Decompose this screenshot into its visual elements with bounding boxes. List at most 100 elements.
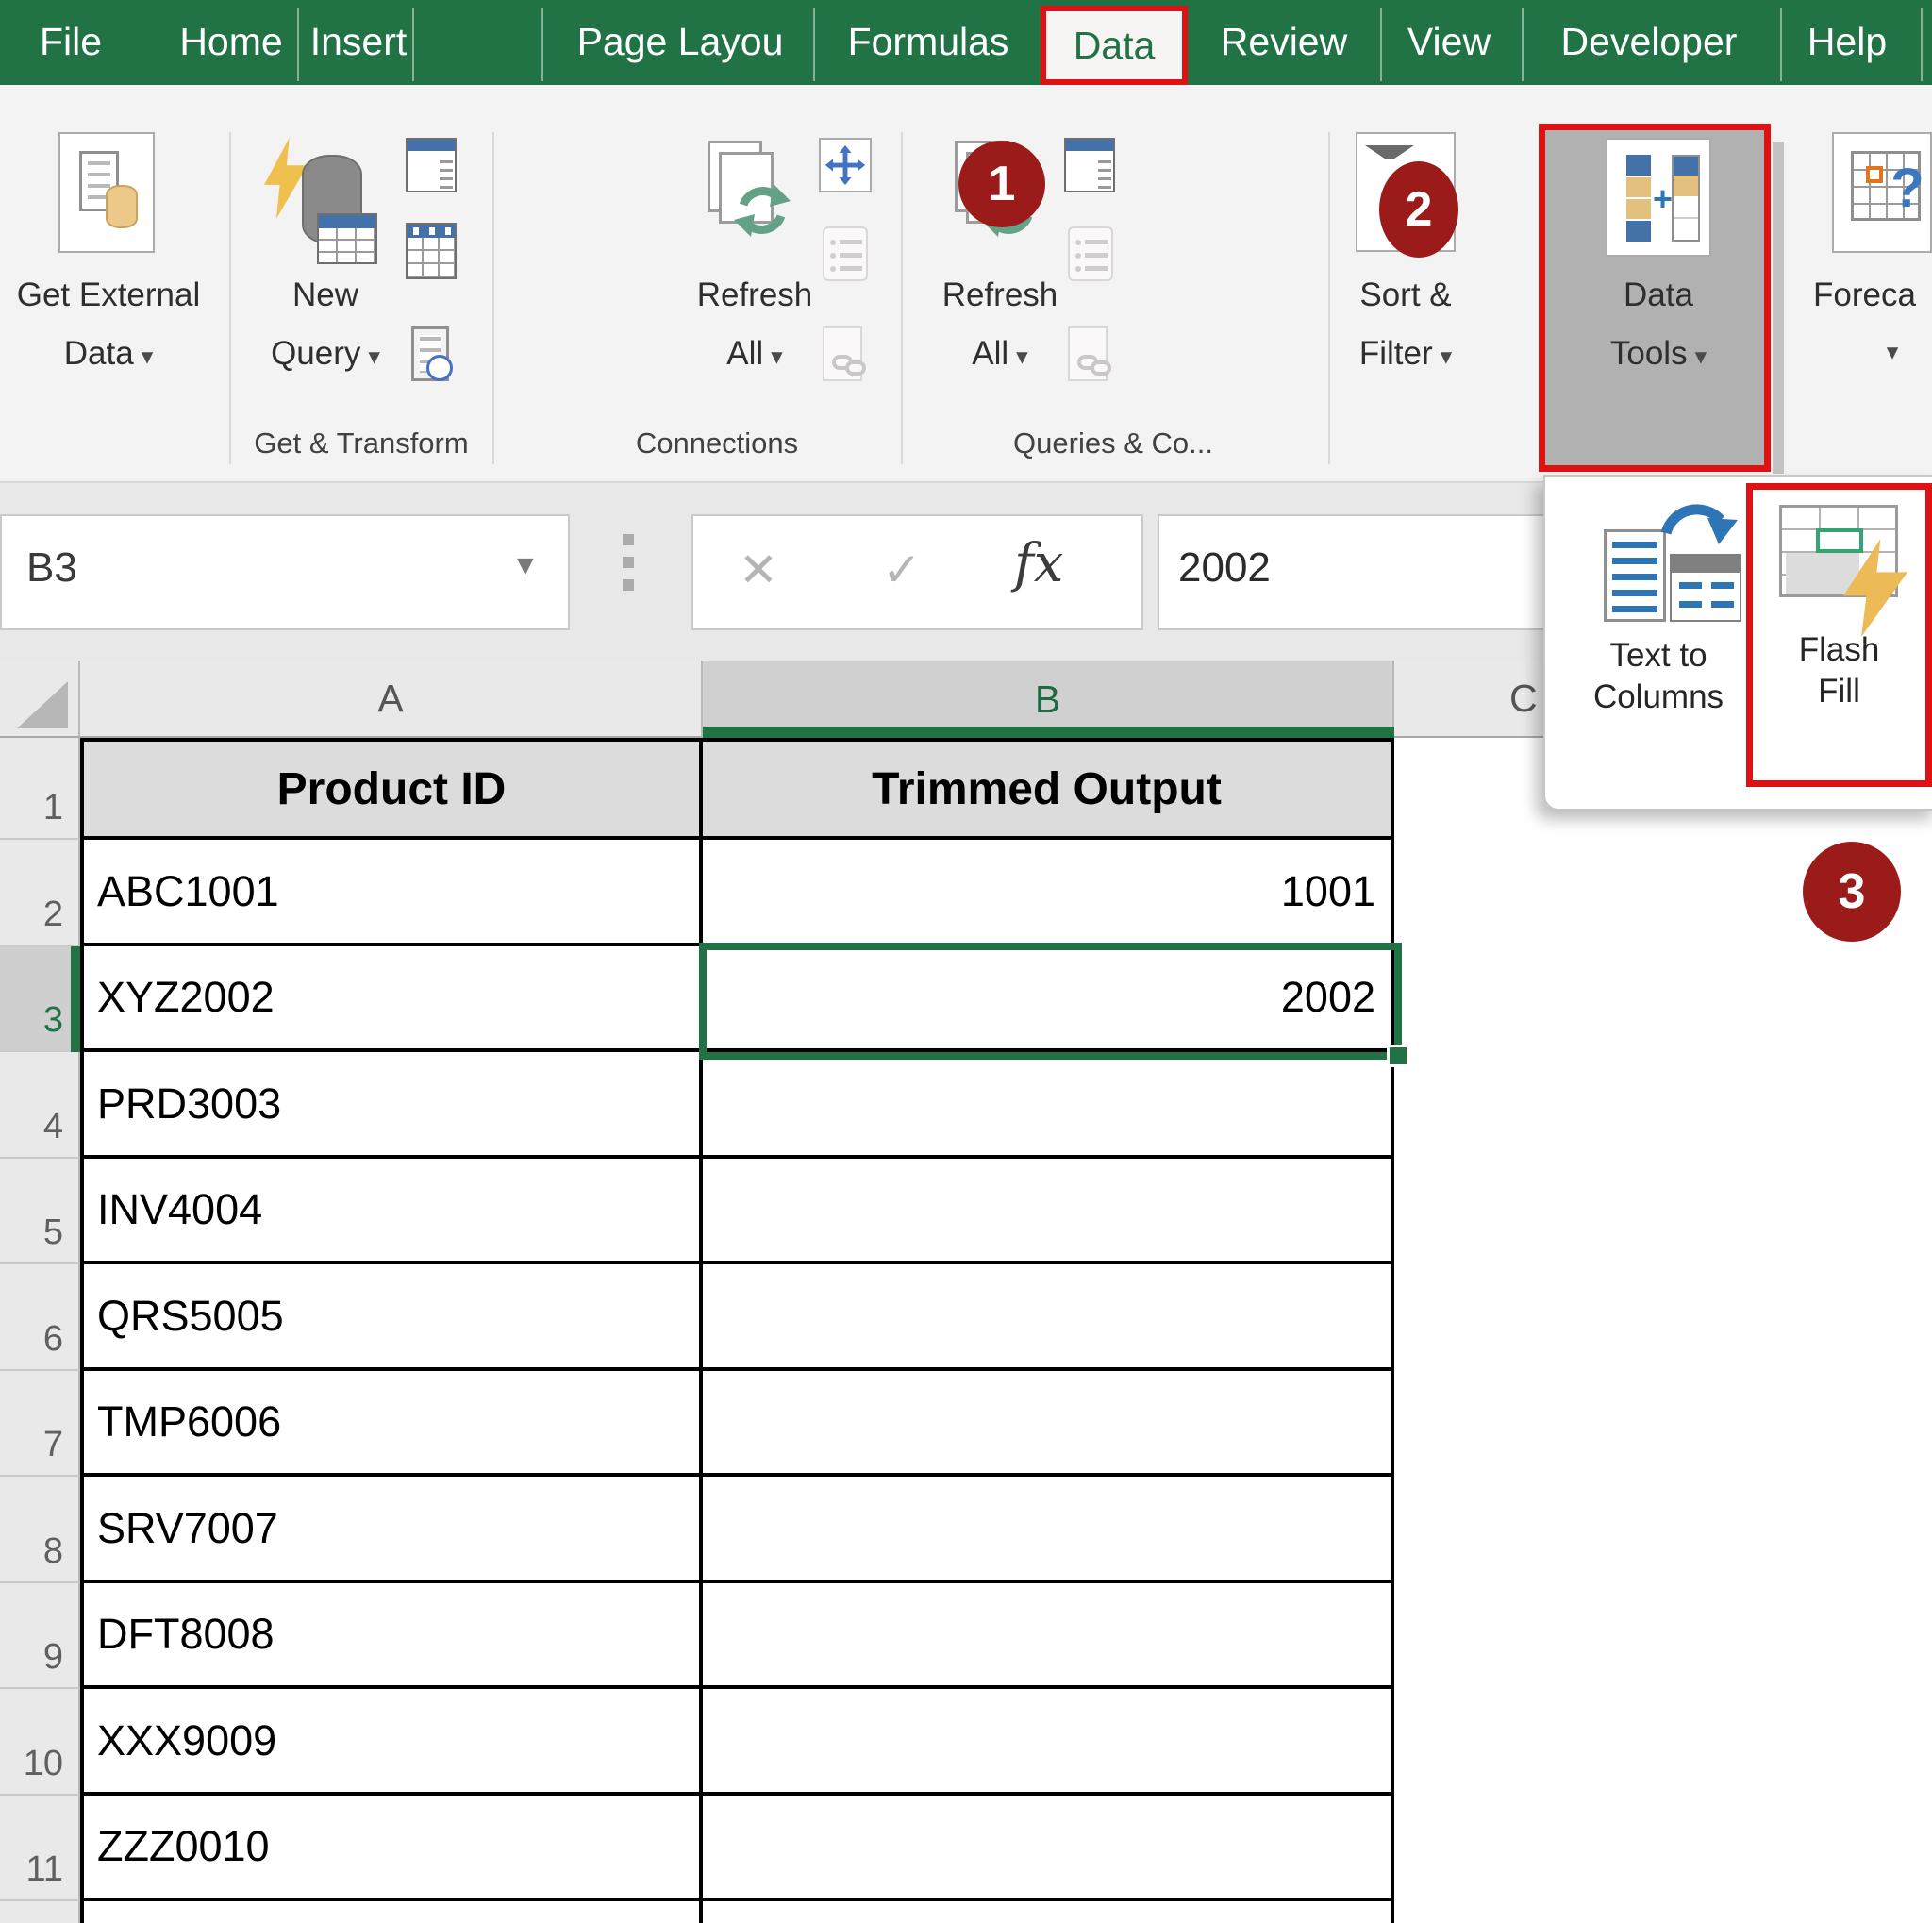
properties-button[interactable]	[819, 138, 872, 192]
cell-B12-partial[interactable]	[703, 1901, 1394, 1923]
row-header-11[interactable]: 11	[0, 1796, 80, 1901]
row-header-3-selected[interactable]: 3	[0, 946, 80, 1052]
tab-developer[interactable]: Developer	[1536, 0, 1762, 83]
forecast-chevron[interactable]: ▾	[1864, 335, 1921, 363]
cell-B9[interactable]	[703, 1583, 1394, 1689]
cell-A4[interactable]: PRD3003	[80, 1052, 703, 1159]
shadow	[1773, 142, 1784, 474]
cell-A1[interactable]: Product ID	[80, 738, 703, 840]
cell-A7[interactable]: TMP6006	[80, 1371, 703, 1477]
insert-function-icon[interactable]: fx	[1014, 533, 1063, 594]
refresh-all-label2[interactable]: All▾	[924, 335, 1075, 373]
chevron-down-icon: ▾	[1887, 338, 1899, 366]
formula-value: 2002	[1178, 544, 1271, 592]
show-queries-button[interactable]	[1064, 138, 1115, 192]
cell-B6[interactable]	[703, 1264, 1394, 1371]
recent-sources-button[interactable]	[411, 326, 455, 385]
cell-A3[interactable]: XYZ2002	[80, 946, 703, 1052]
cell-B5[interactable]	[703, 1159, 1394, 1264]
selected-row-strip	[71, 946, 80, 1052]
flash-fill-button[interactable]: Flash Fill	[1746, 483, 1932, 787]
refresh-icon	[732, 180, 792, 241]
cell-A5[interactable]: INV4004	[80, 1159, 703, 1264]
tab-home[interactable]: Home	[175, 0, 288, 83]
row-header-12-partial[interactable]	[0, 1901, 80, 1923]
new-query-label2[interactable]: Query▾	[241, 335, 410, 373]
orange-cell-icon	[1866, 166, 1883, 183]
forecast-button[interactable]: ?	[1832, 132, 1932, 253]
edit-links-button-disabled[interactable]	[1068, 326, 1113, 385]
fill-handle[interactable]	[1387, 1045, 1409, 1067]
new-query-button[interactable]	[262, 134, 385, 266]
cell-A12-partial[interactable]	[80, 1901, 703, 1923]
from-table-button[interactable]	[406, 138, 457, 192]
cell-A2[interactable]: ABC1001	[80, 840, 703, 946]
tab-page-layout[interactable]: Page Layou	[557, 0, 804, 83]
excel-window: File Home Insert Page Layou Formulas Rev…	[0, 0, 1932, 1923]
tab-review[interactable]: Review	[1208, 0, 1359, 83]
row-header-8[interactable]: 8	[0, 1477, 80, 1583]
name-box-dropdown-icon[interactable]: ▼	[511, 550, 540, 582]
row-header-5[interactable]: 5	[0, 1159, 80, 1264]
refresh-all-label2[interactable]: All▾	[679, 335, 830, 373]
step-2-badge: 2	[1379, 161, 1458, 258]
row-header-6[interactable]: 6	[0, 1264, 80, 1371]
cell-A9[interactable]: DFT8008	[80, 1583, 703, 1689]
cancel-icon[interactable]: ✕	[739, 543, 778, 597]
document-icon	[1604, 529, 1666, 622]
cell-B2[interactable]: 1001	[703, 840, 1394, 946]
cell-B4[interactable]	[703, 1052, 1394, 1159]
cell-A6[interactable]: QRS5005	[80, 1264, 703, 1371]
row-header-9[interactable]: 9	[0, 1583, 80, 1689]
refresh-all-button-connections[interactable]	[708, 137, 798, 259]
chevron-down-icon: ▾	[1441, 343, 1453, 371]
column-header-b-selected[interactable]: B	[703, 661, 1394, 738]
tab-file[interactable]: File	[28, 0, 113, 83]
funnel-icon	[1365, 145, 1414, 159]
enter-icon[interactable]: ✓	[882, 543, 922, 597]
name-box[interactable]: B3 ▼	[0, 514, 570, 630]
cell-B11[interactable]	[703, 1796, 1394, 1901]
refresh-all-label: Refresh	[924, 276, 1075, 314]
cell-A11[interactable]: ZZZ0010	[80, 1796, 703, 1901]
cell-A10[interactable]: XXX9009	[80, 1689, 703, 1796]
group-divider	[492, 132, 494, 464]
separator-dot	[623, 557, 634, 568]
data-tools-icon-right	[1672, 155, 1700, 242]
row-header-1[interactable]: 1	[0, 738, 80, 840]
link-icon	[1091, 360, 1111, 376]
column-header-a[interactable]: A	[80, 661, 703, 738]
row-header-4[interactable]: 4	[0, 1052, 80, 1159]
get-external-data-label2[interactable]: Data▾	[0, 335, 217, 373]
workbook-connections-button-disabled[interactable]	[823, 226, 868, 281]
chevron-down-icon: ▾	[771, 343, 783, 371]
queries-connections-button-disabled[interactable]	[1068, 226, 1113, 281]
menu-divider	[1780, 8, 1782, 81]
tab-insert[interactable]: Insert	[307, 0, 410, 83]
sort-filter-label2[interactable]: Filter▾	[1321, 335, 1491, 373]
edit-links-button-disabled[interactable]	[823, 326, 868, 385]
text-to-columns-button[interactable]: Text to Columns	[1564, 486, 1753, 731]
tab-help[interactable]: Help	[1798, 0, 1896, 83]
cell-B8[interactable]	[703, 1477, 1394, 1583]
tab-view[interactable]: View	[1392, 0, 1506, 83]
select-all-cell[interactable]	[0, 661, 80, 738]
cell-B7[interactable]	[703, 1371, 1394, 1477]
cell-B1[interactable]: Trimmed Output	[703, 738, 1394, 840]
link-icon	[845, 360, 866, 376]
data-tools-button[interactable]: + Data Tools▾	[1539, 124, 1771, 472]
row-header-2[interactable]: 2	[0, 840, 80, 946]
row-header-7[interactable]: 7	[0, 1371, 80, 1477]
cell-A8[interactable]: SRV7007	[80, 1477, 703, 1583]
tab-data-active[interactable]: Data	[1041, 6, 1188, 85]
tab-formulas[interactable]: Formulas	[830, 0, 1026, 83]
step-3-badge: 3	[1803, 842, 1901, 942]
row-header-10[interactable]: 10	[0, 1689, 80, 1796]
formula-controls: ✕ ✓ fx	[691, 514, 1143, 630]
group-divider	[901, 132, 903, 464]
data-tools-icon-box: +	[1606, 138, 1711, 257]
cell-B10[interactable]	[703, 1689, 1394, 1796]
filter-table-button[interactable]	[406, 223, 457, 279]
green-cell-icon	[1816, 528, 1863, 553]
get-external-data-button[interactable]	[58, 132, 155, 253]
